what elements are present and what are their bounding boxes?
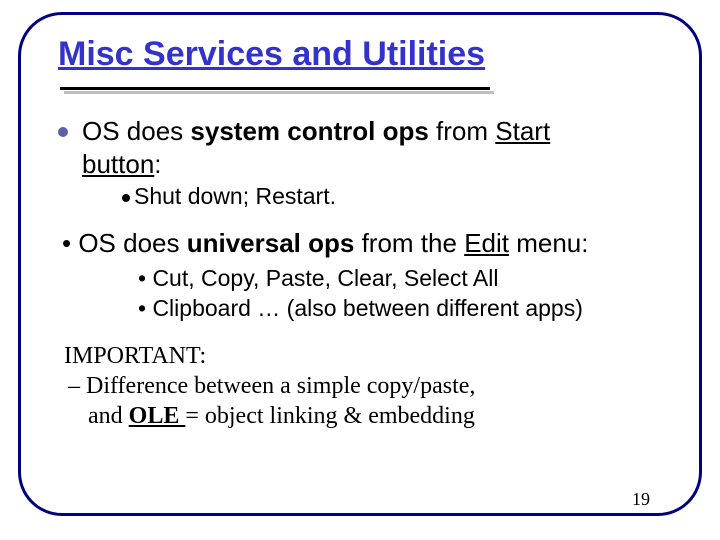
b1-button: button [82, 149, 154, 179]
page-number: 19 [632, 489, 650, 510]
bullet-1-text: OS does system control ops from Start bu… [82, 115, 550, 180]
b1-pre: OS does [82, 116, 190, 146]
important-line1: – Difference between a simple copy/paste… [68, 371, 680, 401]
imp-rest: = object linking & embedding [185, 403, 475, 429]
b2-sub1: • Cut, Copy, Paste, Clear, Select All [138, 264, 680, 294]
slide-title: Misc Services and Utilities [58, 36, 680, 73]
b2-dot: • [62, 228, 78, 258]
b1-colon: : [154, 149, 161, 179]
b1-mid: from [429, 116, 495, 146]
b1-start: Start [495, 116, 550, 146]
imp-and: and [88, 403, 129, 429]
b2-edit: Edit [464, 228, 509, 258]
imp-ole: OLE [129, 403, 186, 429]
bullet-1-sub: Shut down; Restart. [122, 182, 680, 211]
bullet-2-sub: • Cut, Copy, Paste, Clear, Select All • … [138, 264, 680, 324]
bullet-1: OS does system control ops from Start bu… [58, 115, 680, 180]
important-line2: and OLE = object linking & embedding [88, 401, 680, 431]
sub-bullet-icon [122, 194, 130, 202]
b2-bold: universal ops [187, 228, 355, 258]
bullet-2: • OS does universal ops from the Edit me… [62, 227, 680, 260]
title-underline-shadow [60, 87, 490, 93]
b2-mid: from the [354, 228, 464, 258]
title-rule [60, 87, 490, 90]
b2-pre: OS does [78, 228, 186, 258]
important-block: IMPORTANT: – Difference between a simple… [64, 341, 680, 431]
slide-content: Misc Services and Utilities OS does syst… [58, 36, 680, 500]
b1-bold: system control ops [190, 116, 428, 146]
b2-colon: : [581, 228, 588, 258]
shadow-bar [64, 91, 494, 94]
b1-sub-text: Shut down; Restart. [134, 183, 336, 209]
b2-sub2: • Clipboard … (also between different ap… [138, 294, 680, 324]
b2-menu: menu [509, 228, 581, 258]
slide: Misc Services and Utilities OS does syst… [0, 0, 720, 540]
bullet-dot-icon [58, 127, 68, 137]
important-label: IMPORTANT: [64, 341, 680, 371]
